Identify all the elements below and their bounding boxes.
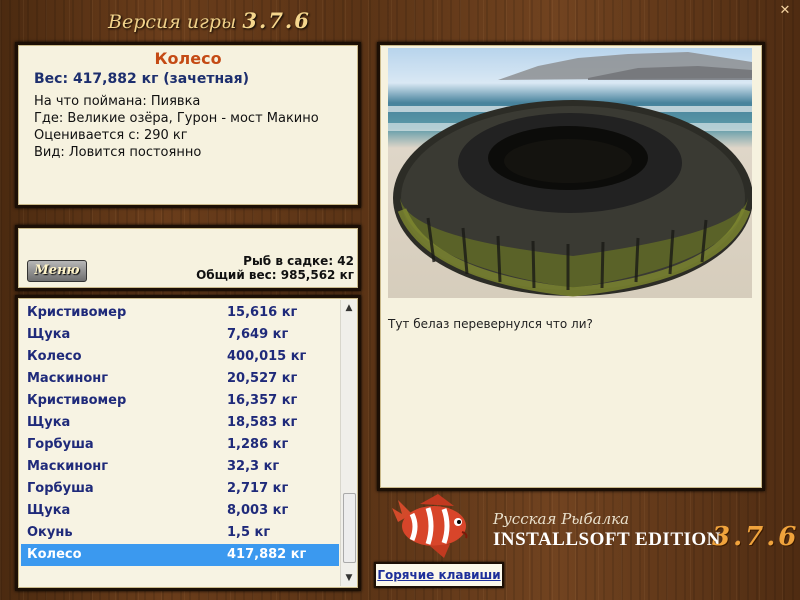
catch-fish-weight: 2,717 кг — [227, 481, 289, 496]
catch-list-row[interactable]: Окунь 1,5 кг — [21, 522, 339, 544]
catch-fish-weight: 18,583 кг — [227, 415, 298, 430]
fish-name: Колесо — [154, 49, 222, 68]
fish-weight: Вес: 417,882 кг (зачетная) — [34, 71, 249, 87]
catch-fish-name: Кристивомер — [27, 305, 127, 320]
tire-on-beach-photo — [388, 48, 752, 298]
catch-list-row[interactable]: Кристивомер 16,357 кг — [21, 390, 339, 412]
logo-title: Русская Рыбалка — [493, 510, 630, 528]
fish-info-panel: Колесо Вес: 417,882 кг (зачетная) На что… — [15, 42, 361, 208]
catch-fish-weight: 20,527 кг — [227, 371, 298, 386]
catch-fish-name: Окунь — [27, 525, 73, 540]
logo-edition: INSTALLSOFT EDITION — [493, 529, 721, 550]
catch-fish-weight: 32,3 кг — [227, 459, 280, 474]
type-info: Вид: Ловится постоянно — [34, 145, 202, 160]
photo-panel: Тут белаз перевернулся что ли? — [377, 42, 765, 491]
catch-list-row[interactable]: Колесо 400,015 кг — [21, 346, 339, 368]
version-number: 3.7.6 — [242, 8, 311, 33]
hotkeys-button[interactable]: Горячие клавиши — [374, 562, 504, 588]
catch-fish-name: Маскинонг — [27, 459, 109, 474]
catch-list-row[interactable]: Щука 7,649 кг — [21, 324, 339, 346]
close-icon[interactable]: ✕ — [778, 4, 792, 18]
logo-version: 3.7.6 — [712, 522, 800, 552]
menu-button[interactable]: Меню — [27, 260, 87, 282]
catch-list-panel: Кристивомер 15,616 кг Щука 7,649 кг Колесо 40… — [15, 295, 361, 591]
catch-fish-weight: 400,015 кг — [227, 349, 307, 364]
catch-fish-name: Маскинонг — [27, 371, 109, 386]
location-info: Где: Великие озёра, Гурон - мост Макино — [34, 111, 319, 126]
catch-fish-name: Колесо — [27, 349, 82, 364]
catch-fish-name: Колесо — [27, 547, 82, 562]
version-title-prefix: Версия игры — [108, 11, 237, 33]
catch-list-row[interactable]: Горбуша 2,717 кг — [21, 478, 339, 500]
catch-fish-name: Горбуша — [27, 481, 94, 496]
photo-comment: Тут белаз перевернулся что ли? — [388, 317, 593, 331]
version-title: Версия игры 3.7.6 — [108, 8, 311, 33]
fish-count: Рыб в садке: 42 — [243, 254, 354, 268]
catch-fish-weight: 16,357 кг — [227, 393, 298, 408]
total-weight: Общий вес: 985,562 кг — [196, 268, 354, 282]
catch-list-row[interactable]: Щука 8,003 кг — [21, 500, 339, 522]
catch-list: Кристивомер 15,616 кг Щука 7,649 кг Колесо 40… — [21, 302, 339, 566]
scroll-down-icon[interactable]: ▼ — [341, 570, 357, 586]
fish-logo-icon — [392, 494, 468, 558]
catch-fish-name: Щука — [27, 415, 71, 430]
catch-fish-weight: 15,616 кг — [227, 305, 298, 320]
catch-fish-name: Щука — [27, 503, 71, 518]
catch-fish-weight: 7,649 кг — [227, 327, 289, 342]
catch-fish-weight: 1,286 кг — [227, 437, 289, 452]
keepnet-stats: Рыб в садке: 42 Общий вес: 985,562 кг — [196, 254, 354, 282]
catch-fish-weight: 417,882 кг — [227, 547, 307, 562]
catch-list-row[interactable]: Кристивомер 15,616 кг — [21, 302, 339, 324]
catch-fish-name: Кристивомер — [27, 393, 127, 408]
keepnet-panel: Меню Рыб в садке: 42 Общий вес: 985,562 … — [15, 225, 361, 291]
catch-list-row[interactable]: Щука 18,583 кг — [21, 412, 339, 434]
catch-list-row[interactable]: Горбуша 1,286 кг — [21, 434, 339, 456]
catch-list-row[interactable]: Маскинонг 20,527 кг — [21, 368, 339, 390]
catch-fish-name: Щука — [27, 327, 71, 342]
catch-fish-weight: 1,5 кг — [227, 525, 271, 540]
catch-list-scrollbar[interactable]: ▲ ▼ — [340, 300, 357, 586]
catch-list-row[interactable]: Маскинонг 32,3 кг — [21, 456, 339, 478]
scroll-up-icon[interactable]: ▲ — [341, 300, 357, 316]
catch-fish-name: Горбуша — [27, 437, 94, 452]
catch-fish-weight: 8,003 кг — [227, 503, 289, 518]
game-logo: Русская Рыбалка INSTALLSOFT EDITION 3.7.… — [390, 492, 796, 562]
score-info: Оценивается с: 290 кг — [34, 128, 188, 143]
catch-list-row[interactable]: Колесо 417,882 кг — [21, 544, 339, 566]
bait-info: На что поймана: Пиявка — [34, 94, 201, 109]
scrollbar-thumb[interactable] — [343, 493, 356, 563]
